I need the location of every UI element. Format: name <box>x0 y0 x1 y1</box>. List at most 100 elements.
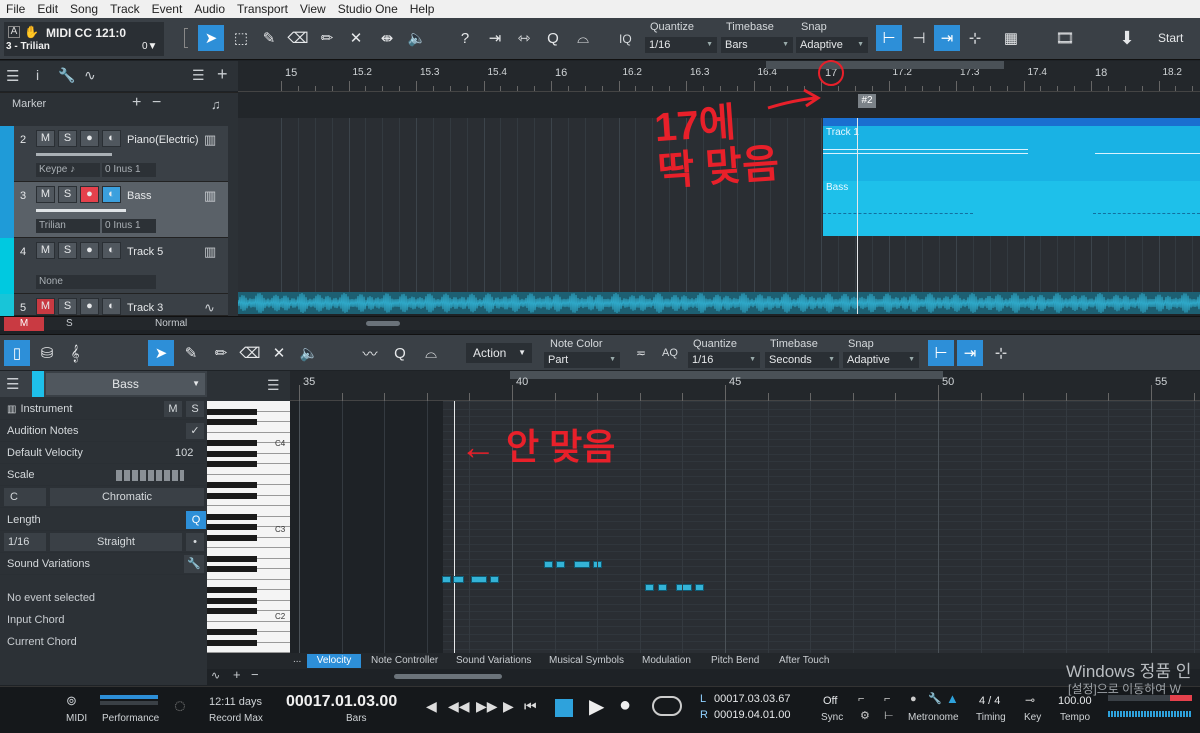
list-icon[interactable]: ☰ <box>192 67 205 84</box>
skip-icon[interactable]: ⇥ <box>482 25 508 51</box>
velocity-value[interactable]: 102 <box>175 442 193 464</box>
note-color-select[interactable]: Part <box>544 352 620 368</box>
mute-button[interactable]: M <box>36 242 55 259</box>
snap-grid-icon[interactable]: ⊢ <box>876 25 902 51</box>
snap-select[interactable]: Adaptive <box>843 352 919 368</box>
snap-cursor-icon[interactable]: ⇥ <box>934 25 960 51</box>
left-locator-value[interactable]: 00017.03.03.67 <box>714 693 790 705</box>
dotted-button[interactable]: • <box>186 533 204 551</box>
mute-button[interactable]: M <box>36 186 55 203</box>
menu-view[interactable]: View <box>294 0 332 18</box>
track-row-track5[interactable]: 4 M S ● ◐ Track 5 ▥ None <box>14 238 228 294</box>
snap-cursor-icon[interactable]: ⇥ <box>957 340 983 366</box>
track-row-piano[interactable]: 2 M S ● ◐ Piano(Electric) ▥ Keype ♪ 0 In… <box>14 126 228 182</box>
track-select[interactable]: Bass ▼ <box>46 373 205 395</box>
quantize-select[interactable]: 1/16 <box>688 352 760 368</box>
quantize-icon[interactable]: Q <box>540 25 566 51</box>
instrument-icon[interactable]: ▥ <box>204 188 216 204</box>
track-row-track3[interactable]: 5 M S ● ◐ Track 3 ∿ <box>14 294 228 316</box>
track-name[interactable]: Track 3 <box>127 302 163 314</box>
remove-marker-icon[interactable]: − <box>152 94 161 112</box>
forward-icon[interactable]: ▶▶ <box>476 698 498 715</box>
position-display[interactable]: 00017.01.03.00 <box>286 693 397 711</box>
preroll-icon[interactable]: ⌐ <box>884 693 890 705</box>
device-display[interactable]: A ✋ MIDI CC 121:0 3 - Trilian 0▼ <box>4 22 164 56</box>
metronome-icon[interactable]: ▲ <box>946 691 959 706</box>
arrow-tool-icon[interactable]: ➤ <box>148 340 174 366</box>
track-name[interactable]: Bass <box>127 190 151 202</box>
tab-modulation[interactable]: Modulation <box>642 654 691 668</box>
piano-white-key[interactable] <box>207 643 290 653</box>
rewind-icon[interactable]: ◀◀ <box>448 698 470 715</box>
listen-tool-icon[interactable]: 🔈 <box>296 340 322 366</box>
snap-grid-icon[interactable]: ⊢ <box>928 340 954 366</box>
scale-keys[interactable] <box>116 470 184 481</box>
monitor-button[interactable]: ◐ <box>102 298 121 315</box>
range-tool-icon[interactable]: ⬚ <box>228 25 254 51</box>
marker-tag[interactable]: #2 <box>858 94 876 108</box>
position-unit[interactable]: Bars <box>346 713 367 724</box>
next-marker-icon[interactable]: ▶ <box>503 698 514 715</box>
snap-event-icon[interactable]: ⊣ <box>906 25 932 51</box>
note-icon[interactable]: ♫ <box>211 97 221 112</box>
video-icon[interactable]: 🎞 <box>1052 25 1078 51</box>
mute-tool-icon[interactable]: ✕ <box>343 25 369 51</box>
instrument-select[interactable]: Trilian <box>36 219 100 233</box>
score-icon[interactable]: 𝄞 <box>62 340 88 366</box>
instrument-icon[interactable]: ▥ <box>204 244 216 260</box>
track-name[interactable]: Track 5 <box>127 246 163 258</box>
mute-button[interactable]: M <box>164 401 182 417</box>
eraser-tool-icon[interactable]: ⌫ <box>237 340 263 366</box>
solo-button[interactable]: S <box>186 401 204 417</box>
tab-note-controller[interactable]: Note Controller <box>371 654 438 668</box>
piano-white-key[interactable] <box>207 569 290 580</box>
prev-marker-icon[interactable]: ◀ <box>426 698 437 715</box>
list-icon[interactable]: ☰ <box>267 377 280 394</box>
timebase-select[interactable]: Seconds <box>765 352 839 368</box>
note-grid[interactable] <box>290 401 1200 653</box>
eraser-tool-icon[interactable]: ⌫ <box>285 25 311 51</box>
horizontal-scrollbar[interactable] <box>394 674 502 679</box>
automation-icon[interactable]: ∿ <box>211 669 220 682</box>
menu-edit[interactable]: Edit <box>31 0 64 18</box>
instrument-select[interactable]: Keype ♪ <box>36 163 100 177</box>
audition-checkbox[interactable]: ✓ <box>186 423 204 439</box>
paint-tool-icon[interactable]: ✎ <box>178 340 204 366</box>
automation-icon[interactable]: ∿ <box>84 67 96 84</box>
iq-label[interactable]: IQ <box>619 32 632 46</box>
loop-button[interactable] <box>652 696 682 716</box>
piano-white-key[interactable] <box>207 538 290 548</box>
scale-root-select[interactable]: C <box>4 488 46 506</box>
quantize-select[interactable]: 1/16 <box>645 37 717 53</box>
input-select[interactable]: 0 Inus 1 <box>102 163 156 177</box>
instrument-icon[interactable]: ▥ <box>204 132 216 148</box>
tab-velocity[interactable]: Velocity <box>307 654 361 668</box>
grid-menu-icon[interactable]: ▦ <box>998 25 1024 51</box>
menu-track[interactable]: Track <box>104 0 146 18</box>
paint-tool-icon[interactable]: ✏ <box>314 25 340 51</box>
midi-note[interactable] <box>442 576 451 583</box>
solo-button[interactable]: S <box>58 130 77 147</box>
download-icon[interactable]: ⬇ <box>1114 25 1140 51</box>
monitor-button[interactable]: ◐ <box>102 130 121 147</box>
menu-icon[interactable]: ☰ <box>6 67 19 85</box>
solo-button[interactable]: S <box>58 298 77 315</box>
precount-icon[interactable]: ⌐ <box>858 693 864 705</box>
add-track-icon[interactable]: + <box>217 64 228 85</box>
timebase-select[interactable]: Bars <box>721 37 793 53</box>
track-row-bass[interactable]: 3 M S ● ◐ Bass ▥ Trilian 0 Inus 1 <box>14 182 228 238</box>
mute-button[interactable]: M <box>36 298 55 315</box>
tab-musical-symbols[interactable]: Musical Symbols <box>549 654 624 668</box>
track-name[interactable]: Piano(Electric) <box>127 134 199 146</box>
remove-lane-icon[interactable]: − <box>251 667 259 682</box>
menu-file[interactable]: File <box>0 0 31 18</box>
settings-icon[interactable]: ⚙ <box>860 709 870 722</box>
return-zero-icon[interactable]: ⏮ <box>524 698 537 715</box>
action-menu[interactable]: Action ▼ <box>466 343 532 363</box>
piano-white-key[interactable] <box>207 422 290 433</box>
scale-type-select[interactable]: Chromatic <box>50 488 204 506</box>
edit-icon[interactable]: ≂ <box>628 340 654 366</box>
piano-keyboard[interactable]: C4 C3 C2 <box>207 401 290 653</box>
record-button[interactable]: ● <box>80 298 99 315</box>
metronome-toggle-icon[interactable]: ● <box>910 693 917 705</box>
